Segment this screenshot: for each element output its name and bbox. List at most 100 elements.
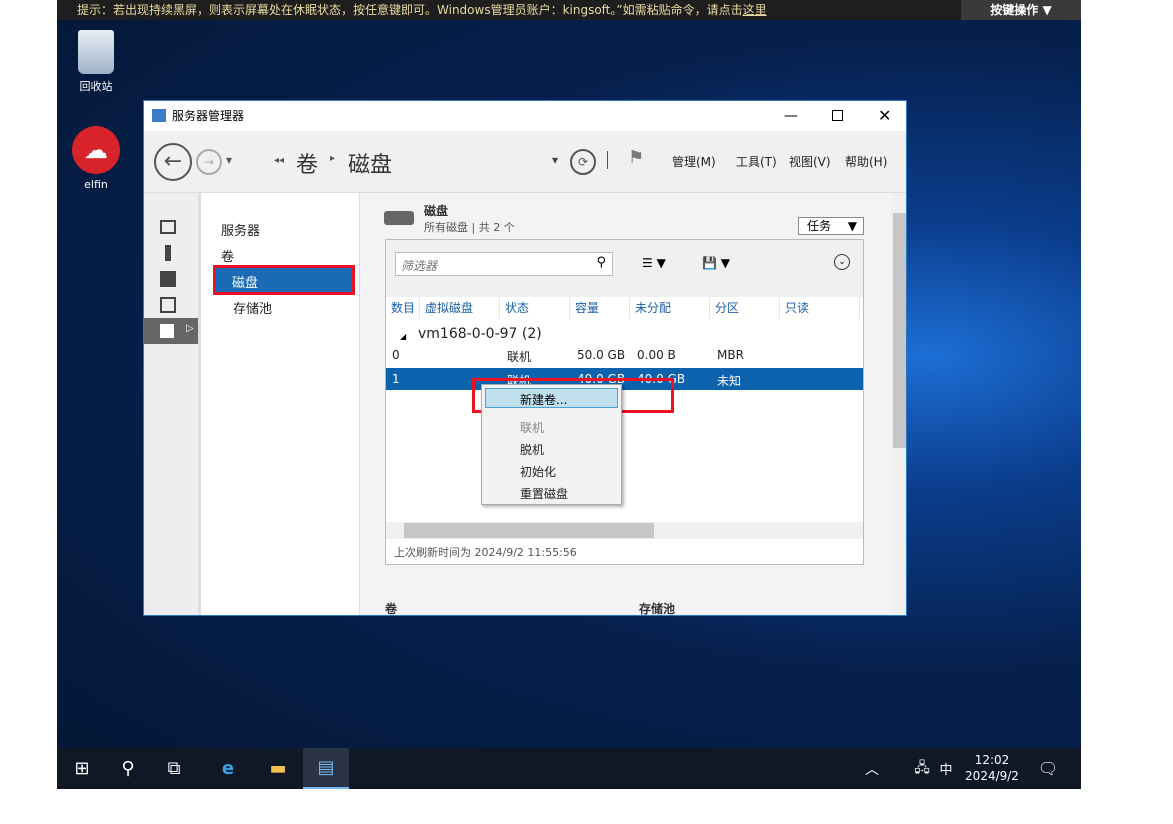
notice-bar: 提示：若出现持续黑屏，则表示屏幕处在休眠状态，按任意键即可。Windows管理员… (57, 0, 1081, 20)
col-number[interactable]: 数目 (386, 297, 420, 319)
menu-label: 新建卷... (520, 393, 568, 407)
col-partition[interactable]: 分区 (710, 297, 780, 319)
breadcrumb-volumes[interactable]: 卷 (296, 147, 318, 179)
cell-unallocated: 0.00 B (637, 348, 676, 362)
desktop-icon-elfin[interactable]: ☁ elfin (66, 126, 126, 191)
save-query-dropdown[interactable]: 💾 ▼ (702, 256, 730, 270)
menu-view[interactable]: 视图(V) (789, 153, 831, 170)
table-header: 数目 虚拟磁盘 状态 容量 未分配 分区 只读 (386, 297, 863, 319)
file-explorer-icon[interactable]: ▬ (255, 748, 301, 789)
taskbar: ⊞ ⚲ ⧉ e ▬ ▤ ︿ 🖧 中 12:02 2024/9/2 🗨 (57, 748, 1081, 789)
recycle-bin-icon (78, 30, 114, 74)
panel-subtitle: 所有磁盘 | 共 2 个 (424, 221, 515, 234)
disk-icon (384, 211, 414, 225)
toolbar: 筛选器 ⚲ ☰ ▼ 💾 ▼ ⌄ (386, 240, 863, 297)
tasks-dropdown[interactable]: 任务 ▼ (798, 217, 864, 235)
search-icon[interactable]: ⚲ (105, 748, 151, 789)
list-view-dropdown[interactable]: ☰ ▼ (642, 256, 666, 270)
tray-expand-icon[interactable]: ︿ (849, 748, 895, 789)
clock[interactable]: 12:02 2024/9/2 (957, 752, 1027, 784)
menu-item-online[interactable]: 联机 (520, 419, 544, 436)
horizontal-scrollbar[interactable] (386, 522, 863, 539)
nav-storage-pools[interactable]: 存储池 (233, 298, 272, 317)
back-button[interactable]: ← (154, 143, 192, 181)
filter-placeholder: 筛选器 (401, 259, 438, 273)
dashboard-icon[interactable] (160, 220, 176, 234)
ie-icon[interactable]: e (205, 748, 251, 789)
cell-partition: MBR (717, 348, 744, 362)
refresh-icon[interactable]: ⟳ (570, 149, 596, 175)
group-header[interactable]: vm168-0-0-97 (2) (418, 326, 542, 342)
col-status[interactable]: 状态 (500, 297, 570, 319)
context-menu: 新建卷... 联机 脱机 初始化 重置磁盘 (481, 384, 622, 505)
menu-item-new-volume[interactable]: 新建卷... (485, 388, 618, 408)
cell-number: 1 (392, 372, 400, 386)
refresh-status: 上次刷新时间为 2024/9/2 11:55:56 (394, 546, 577, 559)
expand-icon[interactable]: ⌄ (834, 254, 850, 270)
nav-panel: 服务器 卷 磁盘 存储池 (198, 193, 360, 615)
menu-item-reset-disk[interactable]: 重置磁盘 (520, 485, 568, 502)
elfin-label: elfin (84, 178, 108, 191)
collapse-icon[interactable]: ◢ (400, 332, 406, 341)
all-servers-icon[interactable] (160, 271, 176, 287)
notice-text: 提示：若出现持续黑屏，则表示屏幕处在休眠状态，按任意键即可。Windows管理员… (77, 3, 743, 17)
menu-item-initialize[interactable]: 初始化 (520, 463, 556, 480)
tasks-label: 任务 (807, 219, 832, 233)
nav-servers[interactable]: 服务器 (221, 220, 260, 239)
icon-strip: ▷ (144, 193, 198, 615)
cell-number: 0 (392, 348, 400, 362)
local-server-icon[interactable] (165, 245, 171, 261)
minimize-button[interactable]: — (784, 101, 798, 131)
scrollbar-thumb[interactable] (404, 523, 654, 538)
search-icon[interactable]: ⚲ (596, 255, 606, 270)
key-ops-button[interactable]: 按键操作 ▼ (961, 0, 1081, 20)
menu-manage[interactable]: 管理(M) (672, 153, 716, 170)
forward-button[interactable]: → (196, 149, 222, 175)
col-capacity[interactable]: 容量 (570, 297, 630, 319)
file-services-icon[interactable] (160, 297, 176, 313)
key-ops-label: 按键操作 (990, 3, 1039, 17)
volumes-section-title: 卷 (385, 602, 398, 616)
menu-item-offline[interactable]: 脱机 (520, 441, 544, 458)
breadcrumb-sep-icon: ◂◂ (274, 155, 285, 166)
elfin-icon: ☁ (72, 126, 120, 174)
menu-tools[interactable]: 工具(T) (736, 153, 777, 170)
filter-input[interactable]: 筛选器 ⚲ (395, 252, 613, 276)
nav-volumes[interactable]: 卷 (221, 246, 234, 265)
cell-status: 联机 (507, 350, 532, 364)
server-manager-taskbar-icon[interactable]: ▤ (303, 748, 349, 789)
panel-title: 磁盘 (424, 204, 449, 218)
breadcrumb-disks[interactable]: 磁盘 (348, 147, 392, 179)
close-button[interactable]: ✕ (878, 101, 891, 131)
col-unallocated[interactable]: 未分配 (630, 297, 710, 319)
nav-dropdown[interactable]: ▾ (552, 153, 558, 167)
cell-partition: 未知 (717, 374, 742, 388)
storage-services-tab[interactable]: ▷ (144, 318, 198, 344)
vertical-scrollbar[interactable] (891, 193, 906, 615)
cell-capacity: 50.0 GB (577, 348, 626, 362)
nav-disks[interactable]: 磁盘 (213, 265, 355, 295)
task-view-icon[interactable]: ⧉ (151, 748, 197, 789)
scrollbar-thumb[interactable] (893, 213, 906, 448)
breadcrumb-arrow-icon: ▸ (330, 153, 336, 164)
table-row[interactable]: 0 联机 50.0 GB 0.00 B MBR (386, 344, 863, 366)
notifications-icon[interactable]: 🗨 (1025, 748, 1071, 789)
start-icon[interactable]: ⊞ (59, 748, 105, 789)
storage-pools-section-title: 存储池 (639, 602, 676, 616)
flag-icon[interactable]: ⚑ (628, 147, 644, 168)
nav-disks-label: 磁盘 (232, 276, 259, 291)
app-icon (152, 109, 166, 122)
server-manager-window: 服务器管理器 — ✕ ← → ▾ ◂◂ 卷 ▸ 磁盘 ▾ ⟳ ⚑ 管理(M) 工… (143, 100, 907, 616)
nav-bar: ← → ▾ ◂◂ 卷 ▸ 磁盘 ▾ ⟳ ⚑ 管理(M) 工具(T) 视图(V) … (144, 131, 906, 193)
col-readonly[interactable]: 只读 (780, 297, 860, 319)
col-virtual-disk[interactable]: 虚拟磁盘 (420, 297, 500, 319)
history-dropdown[interactable]: ▾ (226, 153, 232, 167)
date: 2024/9/2 (965, 769, 1019, 783)
time: 12:02 (974, 753, 1010, 767)
notice-link[interactable]: 这里 (743, 3, 767, 17)
desktop-icon-recycle-bin[interactable]: 回收站 (66, 30, 126, 94)
divider (607, 151, 608, 169)
menu-help[interactable]: 帮助(H) (845, 153, 887, 170)
window-title: 服务器管理器 (172, 109, 245, 123)
maximize-button[interactable] (832, 110, 843, 121)
